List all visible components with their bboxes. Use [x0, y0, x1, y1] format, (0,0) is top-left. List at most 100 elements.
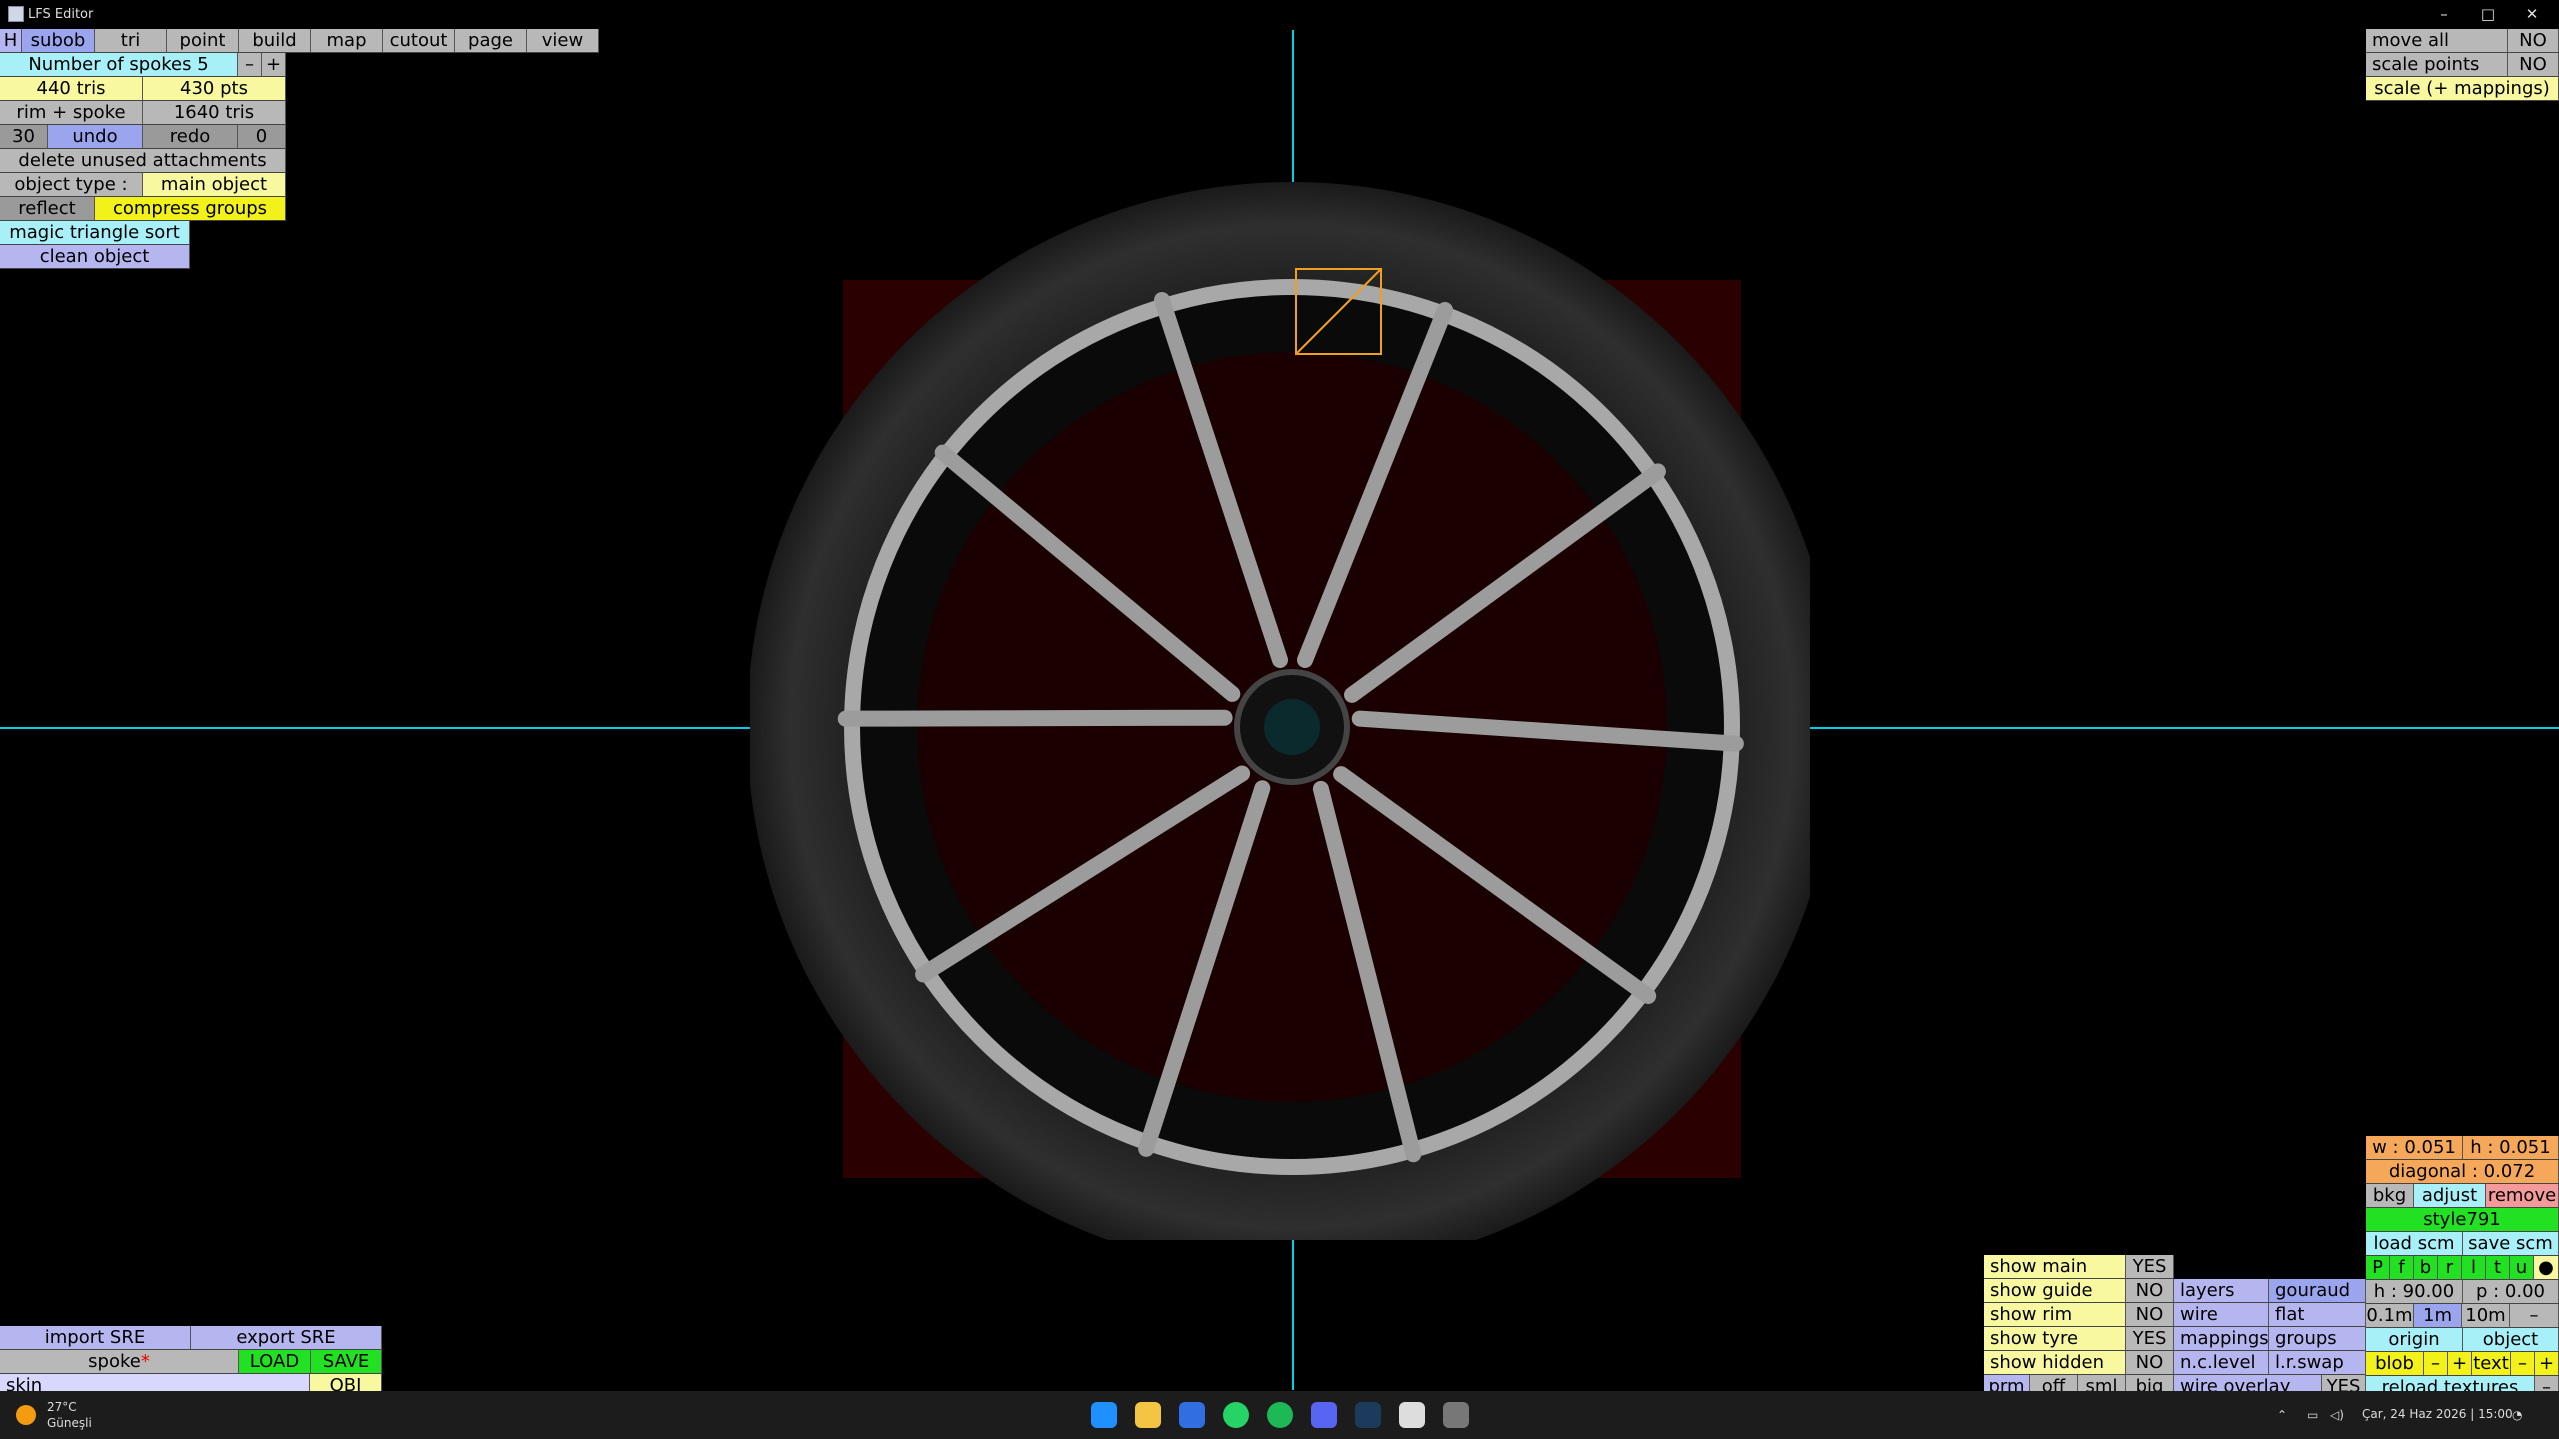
compress-groups-button[interactable]: compress groups: [95, 197, 286, 221]
windows-start-icon[interactable]: [1091, 1402, 1117, 1428]
show-tyre-toggle[interactable]: YES: [2126, 1327, 2174, 1351]
heading-readout: h : 90.00: [2366, 1280, 2463, 1304]
magic-triangle-sort-button[interactable]: magic triangle sort: [0, 221, 190, 245]
spokes-minus-button[interactable]: –: [238, 53, 262, 77]
text-label: text: [2472, 1352, 2511, 1376]
spoke-file-name: spoke: [88, 1351, 141, 1372]
show-tyre-label: show tyre: [1984, 1327, 2126, 1351]
remove-button[interactable]: remove: [2486, 1184, 2559, 1208]
adjust-button[interactable]: adjust: [2414, 1184, 2486, 1208]
tris-count: 440 tris: [0, 77, 143, 101]
groups-button[interactable]: groups: [2269, 1327, 2366, 1351]
scale-mappings-button[interactable]: scale (+ mappings): [2366, 77, 2559, 101]
clock[interactable]: Çar, 24 Haz 2026 | 15:00: [2362, 1407, 2513, 1421]
view-b-button[interactable]: b: [2414, 1256, 2438, 1280]
view-dot-button[interactable]: ●: [2534, 1256, 2559, 1280]
clean-object-button[interactable]: clean object: [0, 245, 190, 269]
layers-button[interactable]: layers: [2174, 1279, 2269, 1303]
diagonal-readout: diagonal : 0.072: [2366, 1160, 2559, 1184]
notification-icon[interactable]: ◔: [2512, 1408, 2522, 1422]
window-title: LFS Editor: [28, 7, 94, 22]
show-main-toggle[interactable]: YES: [2126, 1255, 2174, 1279]
tray-chevron-icon[interactable]: ⌃: [2277, 1408, 2287, 1422]
object-button[interactable]: object: [2463, 1328, 2559, 1352]
mappings-button[interactable]: mappings: [2174, 1327, 2269, 1351]
load-button[interactable]: LOAD: [239, 1350, 311, 1374]
bkg-button[interactable]: bkg: [2366, 1184, 2414, 1208]
wire-button[interactable]: wire: [2174, 1303, 2269, 1327]
volume-icon[interactable]: ◁): [2330, 1408, 2344, 1422]
view-u-button[interactable]: u: [2510, 1256, 2534, 1280]
delete-unused-attachments-button[interactable]: delete unused attachments: [0, 149, 286, 173]
show-hidden-toggle[interactable]: NO: [2126, 1351, 2174, 1375]
view-r-button[interactable]: r: [2438, 1256, 2462, 1280]
view-p-button[interactable]: P: [2366, 1256, 2390, 1280]
show-guide-label: show guide: [1984, 1279, 2126, 1303]
snowflake-app-icon[interactable]: [1179, 1402, 1205, 1428]
lr-swap-button[interactable]: l.r.swap: [2269, 1351, 2366, 1375]
text-minus-button[interactable]: –: [2511, 1352, 2535, 1376]
redo-count: 0: [238, 125, 286, 149]
undo-button[interactable]: undo: [48, 125, 143, 149]
app-icon: [8, 6, 24, 22]
spoke-file-field[interactable]: spoke*: [0, 1350, 239, 1374]
show-hidden-label: show hidden: [1984, 1351, 2126, 1375]
weather-desc: Güneşli: [47, 1416, 92, 1430]
origin-button[interactable]: origin: [2366, 1328, 2463, 1352]
menu-map[interactable]: map: [311, 29, 383, 53]
spotify-icon[interactable]: [1267, 1402, 1293, 1428]
nc-level-button[interactable]: n.c.level: [2174, 1351, 2269, 1375]
file-explorer-icon[interactable]: [1135, 1402, 1161, 1428]
editor-app-icon[interactable]: [1399, 1402, 1425, 1428]
maximize-button[interactable]: □: [2466, 0, 2510, 28]
show-rim-toggle[interactable]: NO: [2126, 1303, 2174, 1327]
step-1m-button[interactable]: 1m: [2414, 1304, 2462, 1328]
view-l-button[interactable]: l: [2462, 1256, 2486, 1280]
import-sre-button[interactable]: import SRE: [0, 1326, 191, 1350]
pitch-readout: p : 0.00: [2463, 1280, 2559, 1304]
reflect-button[interactable]: reflect: [0, 197, 95, 221]
show-guide-toggle[interactable]: NO: [2126, 1279, 2174, 1303]
lfs-app-icon[interactable]: [1443, 1402, 1469, 1428]
save-button[interactable]: SAVE: [311, 1350, 382, 1374]
minimize-button[interactable]: –: [2422, 0, 2466, 28]
menu-cutout[interactable]: cutout: [383, 29, 455, 53]
menu-tri[interactable]: tri: [95, 29, 167, 53]
style-name[interactable]: style791: [2366, 1208, 2559, 1232]
network-icon[interactable]: ▭: [2307, 1408, 2318, 1422]
scale-points-toggle[interactable]: NO: [2508, 53, 2559, 77]
step-10m-button[interactable]: 10m: [2462, 1304, 2510, 1328]
menu-view[interactable]: view: [527, 29, 599, 53]
text-plus-button[interactable]: +: [2535, 1352, 2559, 1376]
blob-plus-button[interactable]: +: [2448, 1352, 2472, 1376]
weather-temp: 27°C: [47, 1400, 77, 1414]
view-t-button[interactable]: t: [2486, 1256, 2510, 1280]
redo-button[interactable]: redo: [143, 125, 238, 149]
rim-spoke-label: rim + spoke: [0, 101, 143, 125]
wheel-viewport[interactable]: [750, 180, 1810, 1240]
flat-button[interactable]: flat: [2269, 1303, 2366, 1327]
menu-page[interactable]: page: [455, 29, 527, 53]
whatsapp-icon[interactable]: [1223, 1402, 1249, 1428]
step-01m-button[interactable]: 0.1m: [2366, 1304, 2414, 1328]
spokes-plus-button[interactable]: +: [262, 53, 286, 77]
blob-minus-button[interactable]: –: [2424, 1352, 2448, 1376]
pts-count: 430 pts: [143, 77, 286, 101]
menu-subob[interactable]: subob: [22, 29, 95, 53]
menu-build[interactable]: build: [239, 29, 311, 53]
move-all-toggle[interactable]: NO: [2508, 29, 2559, 53]
export-sre-button[interactable]: export SRE: [191, 1326, 382, 1350]
close-button[interactable]: ✕: [2510, 0, 2554, 28]
steam-icon[interactable]: [1355, 1402, 1381, 1428]
load-scm-button[interactable]: load scm: [2366, 1232, 2463, 1256]
menu-point[interactable]: point: [167, 29, 239, 53]
view-f-button[interactable]: f: [2390, 1256, 2414, 1280]
spokes-count: Number of spokes 5: [0, 53, 238, 77]
h-button[interactable]: H: [0, 29, 22, 53]
object-type-value[interactable]: main object: [143, 173, 286, 197]
gouraud-button[interactable]: gouraud: [2269, 1279, 2366, 1303]
rim-tris-count: 1640 tris: [143, 101, 286, 125]
step-minus-button[interactable]: –: [2510, 1304, 2559, 1328]
save-scm-button[interactable]: save scm: [2463, 1232, 2559, 1256]
discord-icon[interactable]: [1311, 1402, 1337, 1428]
